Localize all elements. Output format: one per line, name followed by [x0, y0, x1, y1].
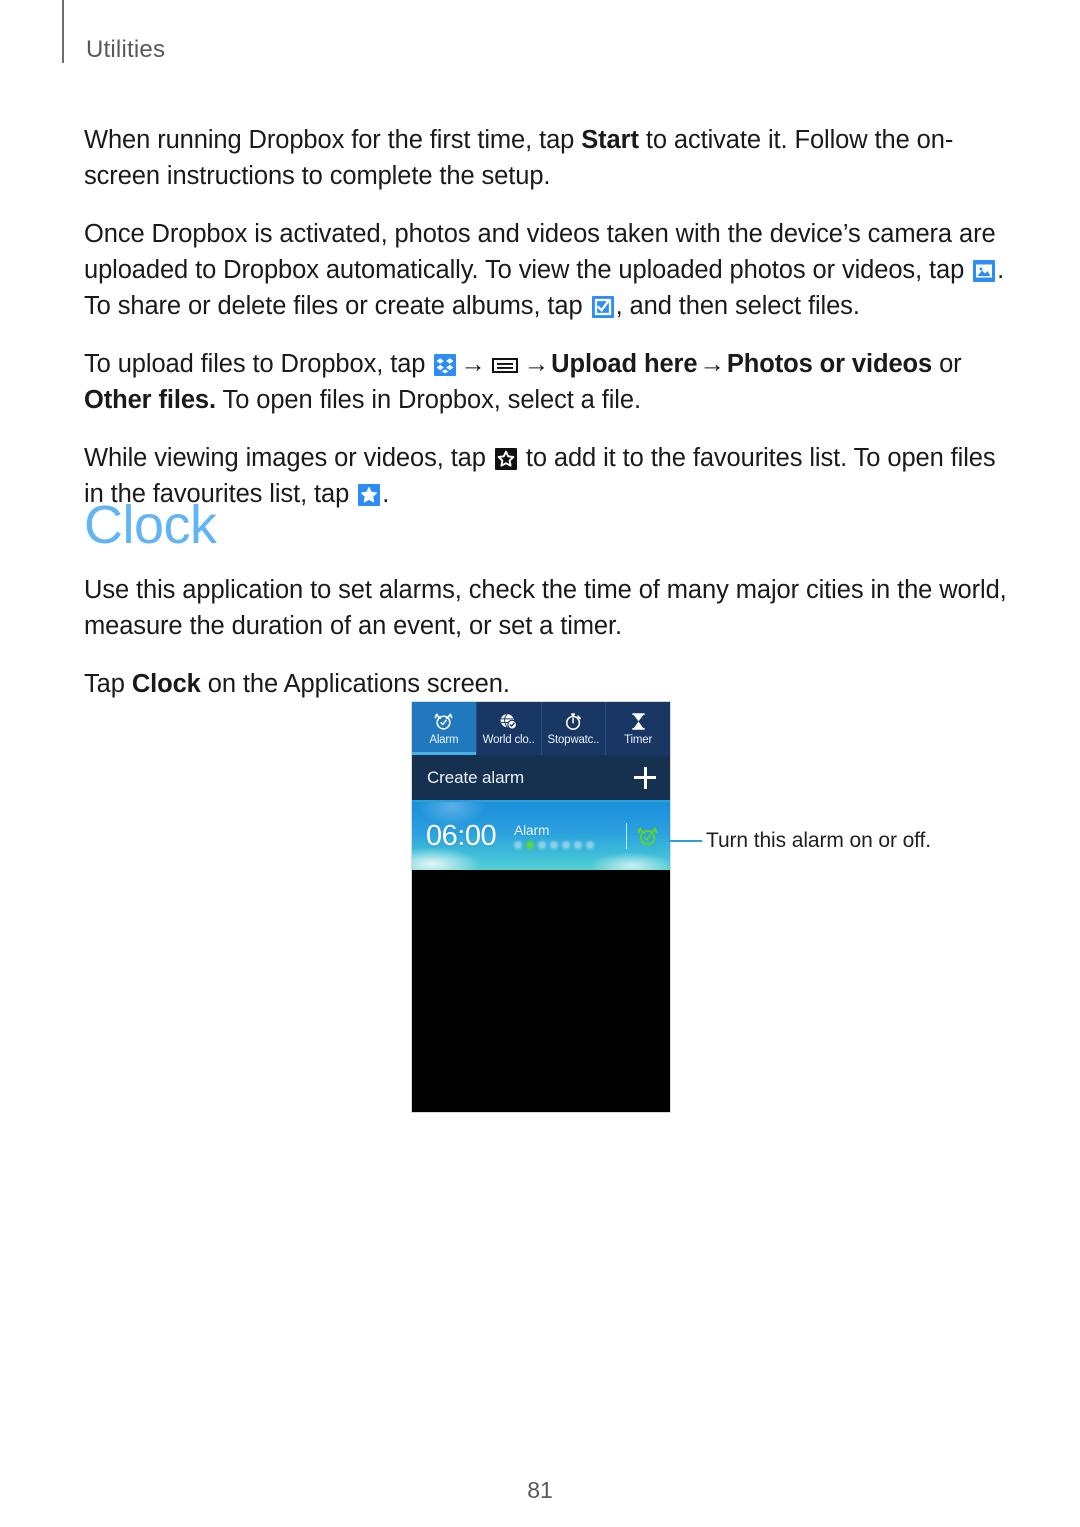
arrow-separator: →: [699, 350, 725, 378]
alarm-divider: [626, 823, 627, 849]
tab-stopwatch[interactable]: Stopwatc..: [541, 702, 607, 755]
alarm-clock-icon: [433, 711, 454, 732]
text-run: on the Applications screen.: [200, 670, 510, 698]
bold-upload-here: Upload here: [551, 350, 698, 378]
day-dot: [574, 841, 583, 849]
text-run: To open files in Dropbox, select a file.: [216, 386, 642, 414]
text-run: To upload files to Dropbox, tap: [84, 350, 433, 378]
alarm-day-dots: [514, 841, 595, 849]
paragraph-dropbox-upload: To upload files to Dropbox, tap → →Upload…: [84, 346, 1012, 418]
dropbox-content-block: When running Dropbox for the first time,…: [84, 122, 1012, 512]
tab-world-clock-label: World clo..: [482, 733, 535, 746]
clock-tab-bar: Alarm World clo.. Stopwatc.. Timer: [412, 702, 670, 755]
header-divider: [62, 0, 64, 63]
dropbox-icon: [434, 354, 457, 376]
star-outline-icon: [494, 448, 517, 470]
bold-start: Start: [581, 126, 639, 154]
text-run: or: [932, 350, 962, 378]
alarm-time: 06:00: [426, 820, 497, 852]
paragraph-clock-tap: Tap Clock on the Applications screen.: [84, 666, 1012, 702]
text-run: .: [382, 480, 390, 508]
page-header-title: Utilities: [86, 36, 166, 63]
paragraph-dropbox-activated: Once Dropbox is activated, photos and vi…: [84, 216, 1012, 324]
tab-alarm[interactable]: Alarm: [412, 702, 477, 755]
arrow-separator: →: [523, 350, 550, 378]
day-dot: [550, 841, 559, 849]
text-run: When running Dropbox for the first time,…: [84, 126, 582, 154]
tab-world-clock[interactable]: World clo..: [476, 702, 542, 755]
bold-photos-or-videos: Photos or videos: [726, 350, 933, 378]
alarm-toggle-group[interactable]: [626, 823, 670, 849]
tab-alarm-label: Alarm: [429, 733, 459, 746]
clock-content-block: Use this application to set alarms, chec…: [84, 572, 1012, 702]
text-run: Tap: [84, 670, 132, 698]
arrow-separator: →: [460, 350, 486, 378]
world-clock-icon: [498, 711, 519, 732]
stopwatch-icon: [563, 711, 584, 732]
day-dot: [586, 841, 595, 849]
callout-label: Turn this alarm on or off.: [706, 829, 931, 852]
paragraph-dropbox-first-run: When running Dropbox for the first time,…: [84, 122, 1012, 194]
bold-clock: Clock: [131, 670, 201, 698]
plus-icon[interactable]: [634, 766, 656, 789]
callout-leader-line: [668, 840, 702, 842]
text-run: Once Dropbox is activated, photos and vi…: [84, 220, 996, 284]
tab-timer-label: Timer: [624, 733, 653, 746]
page-number: 81: [527, 1477, 553, 1503]
bold-other-files: Other files.: [84, 386, 217, 414]
checkbox-checked-icon: [591, 296, 614, 318]
clock-app-screenshot: Alarm World clo.. Stopwatc.. Timer Creat…: [412, 702, 670, 1112]
section-heading-clock: Clock: [84, 495, 217, 555]
alarm-clock-on-icon[interactable]: [636, 825, 659, 848]
paragraph-clock-intro: Use this application to set alarms, chec…: [84, 576, 1007, 640]
gallery-image-icon: [973, 260, 996, 282]
tab-stopwatch-label: Stopwatc..: [547, 733, 600, 746]
alarm-list-item[interactable]: 06:00 Alarm: [412, 802, 670, 870]
alarm-label: Alarm: [514, 823, 550, 838]
day-dot-active: [526, 841, 535, 849]
text-run: While viewing images or videos, tap: [84, 444, 493, 472]
text-run: , and then select files.: [615, 292, 860, 320]
paragraph-dropbox-favourites: While viewing images or videos, tap to a…: [84, 440, 1012, 512]
create-alarm-row[interactable]: Create alarm: [412, 755, 670, 802]
menu-list-icon: [490, 354, 520, 376]
hourglass-icon: [628, 711, 649, 732]
alarm-meta: Alarm: [514, 823, 595, 849]
star-filled-icon: [358, 484, 381, 506]
day-dot: [514, 841, 523, 849]
create-alarm-label: Create alarm: [427, 767, 525, 787]
day-dot: [538, 841, 547, 849]
alarm-list-empty-area: [412, 870, 670, 1112]
tab-timer[interactable]: Timer: [606, 702, 670, 755]
day-dot: [562, 841, 571, 849]
